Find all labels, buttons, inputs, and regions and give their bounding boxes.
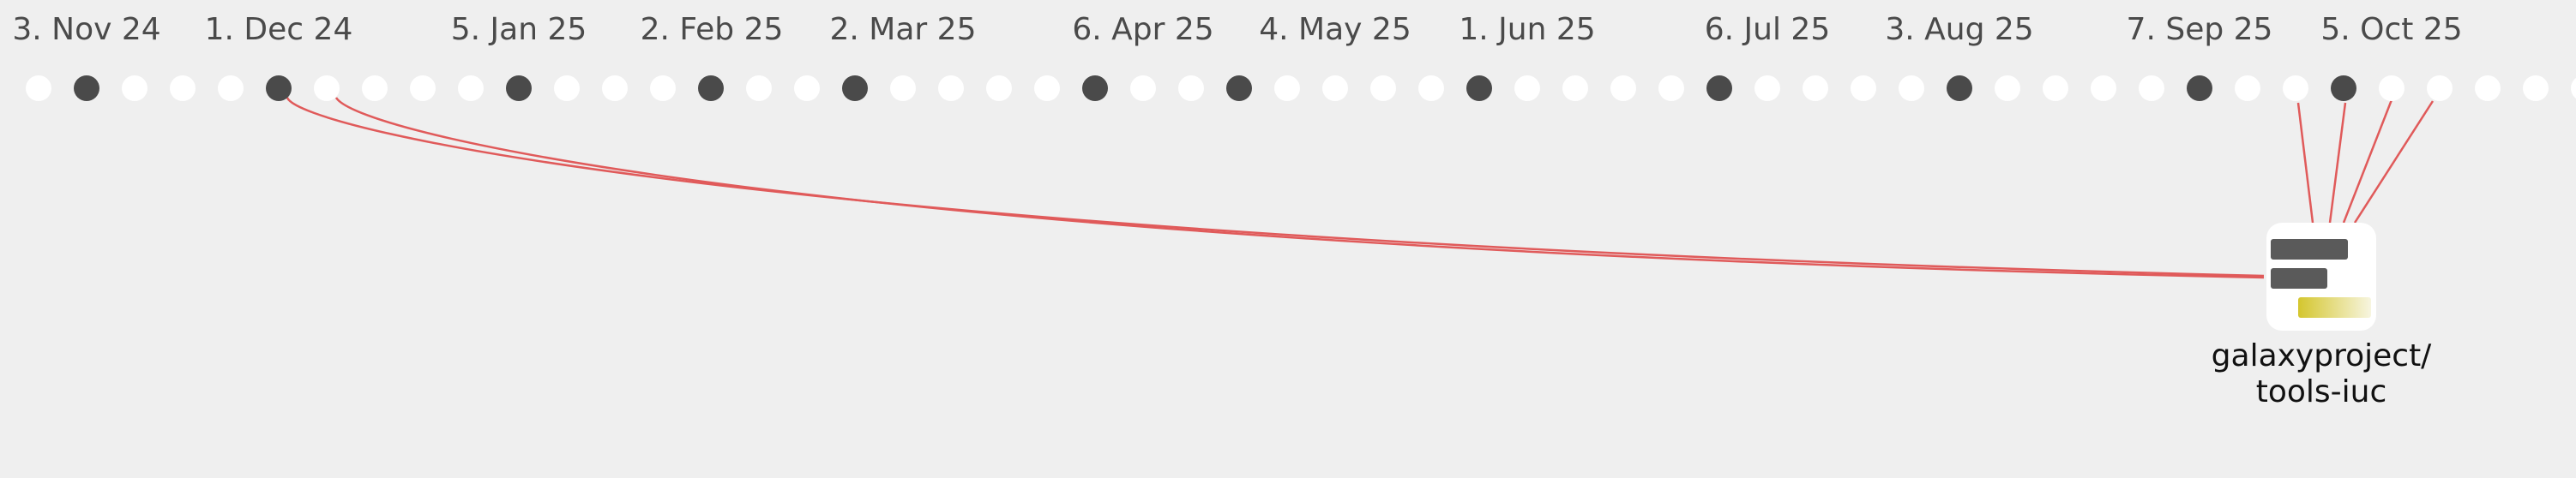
date-labels: 3. Nov 24 1. Dec 24 5. Jan 25 2. Feb 25 … bbox=[12, 12, 2462, 47]
week-dot bbox=[890, 75, 916, 101]
date-label-nov: 3. Nov 24 bbox=[12, 12, 160, 47]
week-dot-active bbox=[1226, 75, 1252, 101]
week-dot bbox=[938, 75, 964, 101]
week-dot-active bbox=[74, 75, 99, 101]
week-dot-active bbox=[2187, 75, 2212, 101]
week-dot bbox=[218, 75, 244, 101]
date-label-dec: 1. Dec 24 bbox=[205, 12, 353, 47]
contribution-connectors bbox=[286, 97, 2435, 279]
week-dot bbox=[602, 75, 628, 101]
connector-line bbox=[2296, 102, 2314, 224]
date-label-mar: 2. Mar 25 bbox=[830, 12, 977, 47]
week-dot bbox=[2571, 78, 2576, 99]
repository-name-line2: tools-iuc bbox=[2256, 374, 2387, 409]
date-label-may: 4. May 25 bbox=[1259, 12, 1411, 47]
repository-icon bbox=[2266, 223, 2376, 331]
week-dots bbox=[26, 75, 2576, 101]
repository-name: galaxyproject/ bbox=[2212, 338, 2433, 373]
week-dot bbox=[2283, 75, 2308, 101]
week-dot bbox=[170, 75, 196, 101]
week-dot bbox=[1274, 75, 1300, 101]
week-dot bbox=[1370, 75, 1396, 101]
week-dot bbox=[1562, 75, 1588, 101]
week-dot bbox=[2523, 75, 2549, 101]
date-label-feb: 2. Feb 25 bbox=[641, 12, 784, 47]
connector-line bbox=[2328, 102, 2347, 224]
date-label-aug: 3. Aug 25 bbox=[1885, 12, 2033, 47]
connector-line bbox=[334, 97, 2265, 279]
week-dot-active bbox=[1947, 75, 1972, 101]
week-dot-active bbox=[698, 75, 724, 101]
week-dot bbox=[362, 75, 388, 101]
week-dot bbox=[2091, 75, 2116, 101]
date-label-sep: 7. Sep 25 bbox=[2127, 12, 2273, 47]
date-label-jul: 6. Jul 25 bbox=[1705, 12, 1830, 47]
date-label-jun: 1. Jun 25 bbox=[1459, 12, 1595, 47]
week-dot bbox=[1610, 75, 1636, 101]
connector-line bbox=[286, 97, 2265, 278]
date-label-apr: 6. Apr 25 bbox=[1072, 12, 1213, 47]
week-dot bbox=[1178, 75, 1204, 101]
week-dot bbox=[122, 75, 147, 101]
week-dot-active bbox=[1466, 75, 1492, 101]
week-dot-active bbox=[1706, 75, 1732, 101]
week-dot bbox=[1851, 75, 1876, 101]
week-dot bbox=[2427, 75, 2453, 101]
week-dot bbox=[986, 75, 1012, 101]
week-dot bbox=[1034, 75, 1060, 101]
week-dot bbox=[458, 75, 484, 101]
date-label-oct: 5. Oct 25 bbox=[2320, 12, 2462, 47]
week-dot bbox=[2139, 75, 2164, 101]
week-dot-active bbox=[1082, 75, 1108, 101]
week-dot bbox=[1514, 75, 1540, 101]
week-dot bbox=[1995, 75, 2020, 101]
week-dot bbox=[554, 75, 580, 101]
week-dot bbox=[314, 75, 340, 101]
week-dot bbox=[794, 75, 820, 101]
timeline-diagram: 3. Nov 24 1. Dec 24 5. Jan 25 2. Feb 25 … bbox=[12, 12, 2576, 409]
week-dot bbox=[2043, 75, 2068, 101]
week-dot bbox=[410, 75, 436, 101]
week-dot bbox=[650, 75, 676, 101]
week-dot bbox=[1322, 75, 1348, 101]
date-label-jan: 5. Jan 25 bbox=[451, 12, 587, 47]
week-dot bbox=[1899, 75, 1924, 101]
week-dot-active bbox=[2331, 75, 2356, 101]
week-dot-active bbox=[842, 75, 868, 101]
week-dot bbox=[1754, 75, 1780, 101]
week-dot-active bbox=[506, 75, 532, 101]
repository-node[interactable]: galaxyproject/ tools-iuc bbox=[2212, 223, 2433, 409]
week-dot-active bbox=[266, 75, 292, 101]
week-dot bbox=[1130, 75, 1156, 101]
week-dot bbox=[1658, 75, 1684, 101]
week-dot bbox=[2475, 75, 2501, 101]
week-dot bbox=[2235, 75, 2260, 101]
week-dot bbox=[26, 75, 51, 101]
week-dot bbox=[2379, 75, 2404, 101]
week-dot bbox=[1803, 75, 1828, 101]
week-dot bbox=[746, 75, 772, 101]
week-dot bbox=[1418, 75, 1444, 101]
